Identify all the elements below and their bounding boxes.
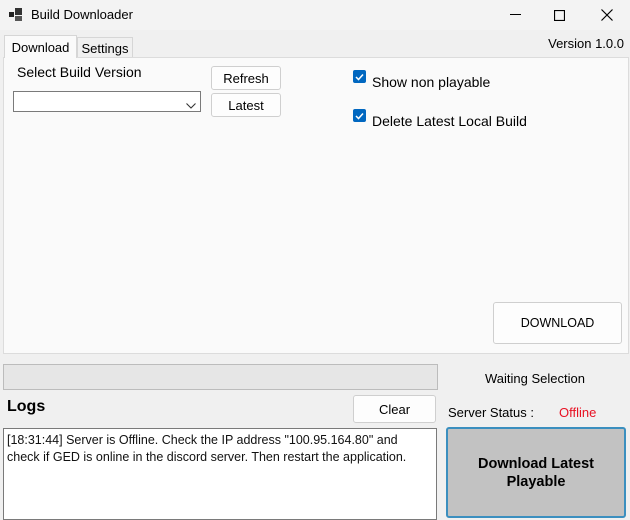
maximize-button[interactable] bbox=[536, 0, 582, 30]
minimize-button[interactable] bbox=[492, 0, 538, 30]
logs-title: Logs bbox=[7, 398, 46, 415]
server-status-value: Offline bbox=[559, 405, 597, 420]
window-title: Build Downloader bbox=[31, 7, 133, 22]
close-button[interactable] bbox=[584, 0, 630, 30]
refresh-button[interactable]: Refresh bbox=[211, 66, 281, 90]
download-button[interactable]: DOWNLOAD bbox=[493, 302, 622, 344]
title-bar[interactable]: Build Downloader bbox=[0, 0, 630, 30]
checkmark-icon bbox=[355, 108, 364, 123]
app-icon bbox=[9, 8, 23, 21]
show-non-playable-label[interactable]: Show non playable bbox=[372, 74, 490, 90]
select-build-label: Select Build Version bbox=[17, 64, 142, 80]
download-progress-bar bbox=[3, 364, 438, 390]
logs-textbox[interactable]: [18:31:44] Server is Offline. Check the … bbox=[3, 428, 437, 520]
status-text: Waiting Selection bbox=[485, 371, 585, 386]
server-status-label: Server Status : bbox=[448, 405, 534, 420]
clear-logs-button[interactable]: Clear bbox=[353, 395, 436, 423]
build-version-select[interactable] bbox=[13, 91, 201, 112]
version-label: Version 1.0.0 bbox=[548, 36, 624, 51]
show-non-playable-checkbox[interactable] bbox=[353, 70, 366, 83]
tab-settings[interactable]: Settings bbox=[77, 37, 133, 58]
chevron-down-icon bbox=[186, 97, 196, 112]
minimize-icon bbox=[509, 14, 521, 16]
tab-download[interactable]: Download bbox=[4, 35, 77, 58]
delete-latest-local-checkbox[interactable] bbox=[353, 109, 366, 122]
maximize-icon bbox=[553, 9, 565, 21]
latest-button[interactable]: Latest bbox=[211, 93, 281, 117]
close-icon bbox=[601, 9, 613, 21]
download-latest-playable-button[interactable]: Download Latest Playable bbox=[446, 427, 626, 518]
delete-latest-local-label[interactable]: Delete Latest Local Build bbox=[372, 113, 527, 129]
checkmark-icon bbox=[355, 69, 364, 84]
